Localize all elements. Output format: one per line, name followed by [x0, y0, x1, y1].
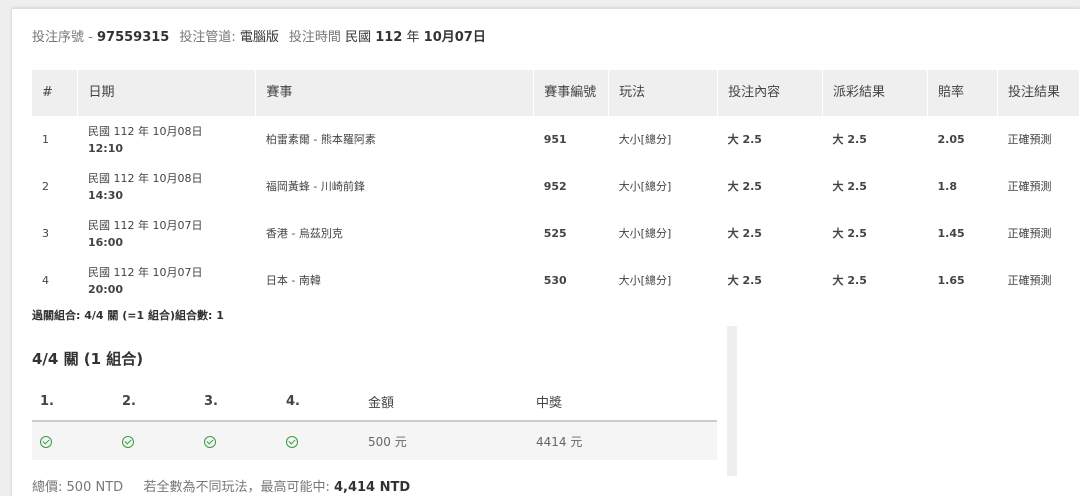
- total-label: 總價:: [32, 480, 63, 495]
- total-value: 500 NTD: [66, 480, 124, 495]
- col-bet: 投注內容: [717, 70, 824, 116]
- col-index: #: [32, 70, 79, 116]
- row-outcome: 正確預測: [1007, 227, 1052, 240]
- row-bet: 大 2.5: [727, 227, 762, 240]
- leg-cell-1: [32, 421, 114, 460]
- row-play: 大小[總分]: [618, 133, 672, 146]
- top-divider: [12, 8, 1080, 9]
- check-circle-icon: [204, 435, 216, 448]
- col-play: 玩法: [608, 70, 719, 116]
- win-value: 4414 元: [528, 421, 717, 460]
- table-row: 1 民國 112 年 10月08日 12:10 柏雷素爾 - 熊本羅阿素 951 …: [32, 116, 1080, 163]
- footer-summary: 總價: 500 NTD 若全數為不同玩法，最高可能中: 4,414 NTD: [32, 476, 410, 495]
- leg-cell-2: [114, 421, 196, 460]
- row-date-day: 民國 112 年 10月07日: [87, 218, 203, 232]
- row-odds: 2.05: [937, 133, 965, 146]
- leg-header-1: 1.: [32, 382, 114, 422]
- row-index: 1: [42, 133, 49, 146]
- row-bet: 大 2.5: [727, 133, 762, 146]
- parlay-row: 500 元 4414 元: [32, 421, 717, 460]
- row-bet: 大 2.5: [727, 180, 762, 193]
- row-odds: 1.45: [937, 227, 965, 240]
- row-match: 福岡黃蜂 - 川崎前鋒: [265, 180, 365, 193]
- channel-label: 投注管道:: [179, 30, 236, 45]
- leg-cell-3: [196, 421, 278, 460]
- time-year-unit: 年: [406, 30, 420, 45]
- serial-separator: -: [84, 30, 97, 45]
- leg-cell-4: [278, 421, 360, 460]
- win-header: 中獎: [528, 382, 717, 422]
- table-header: # 日期 賽事 賽事編號 玩法 投注內容 派彩結果 賠率 投注結果: [32, 70, 1080, 116]
- row-result: 大 2.5: [832, 274, 867, 287]
- leg-header-2: 2.: [114, 382, 196, 422]
- row-date-time: 20:00: [87, 282, 123, 296]
- row-index: 4: [42, 274, 49, 287]
- row-match: 日本 - 南韓: [265, 274, 321, 287]
- row-outcome: 正確預測: [1007, 274, 1052, 287]
- row-date-day: 民國 112 年 10月08日: [87, 124, 203, 138]
- time-prefix: 民國: [345, 30, 372, 45]
- time-year: 112: [375, 30, 403, 45]
- parlay-table: 1. 2. 3. 4. 金額 中獎 500 元 4414 元: [32, 382, 717, 460]
- row-date: 民國 112 年 10月07日 20:00: [78, 257, 256, 304]
- serial-label: 投注序號: [32, 30, 85, 45]
- row-index: 2: [42, 180, 49, 193]
- row-date-day: 民國 112 年 10月08日: [87, 171, 203, 185]
- table-row: 2 民國 112 年 10月08日 14:30 福岡黃蜂 - 川崎前鋒 952 大…: [32, 163, 1080, 210]
- combo-summary: 過關組合: 4/4 關 (=1 組合)組合數: 1: [32, 309, 224, 322]
- channel-value: 電腦版: [239, 30, 279, 45]
- bet-table: # 日期 賽事 賽事編號 玩法 投注內容 派彩結果 賠率 投注結果 1 民國 1…: [32, 70, 1080, 304]
- parlay-header: 1. 2. 3. 4. 金額 中獎: [32, 382, 717, 422]
- row-code: 525: [543, 227, 567, 240]
- time-date: 10月07日: [423, 30, 486, 45]
- leg-header-3: 3.: [196, 382, 278, 422]
- check-circle-icon: [40, 435, 52, 448]
- col-match: 賽事: [255, 70, 535, 116]
- row-play: 大小[總分]: [618, 274, 672, 287]
- row-odds: 1.65: [937, 274, 965, 287]
- row-outcome: 正確預測: [1007, 133, 1052, 146]
- row-date: 民國 112 年 10月08日 14:30: [78, 163, 256, 210]
- row-code: 530: [543, 274, 567, 287]
- max-win-note: 若全數為不同玩法，最高可能中:: [143, 480, 330, 495]
- table-row: 4 民國 112 年 10月07日 20:00 日本 - 南韓 530 大小[總分…: [32, 257, 1080, 304]
- row-result: 大 2.5: [832, 227, 867, 240]
- amount-value: 500 元: [360, 421, 528, 460]
- col-match-code: 賽事編號: [533, 70, 610, 116]
- bet-meta: 投注序號 - 97559315 投注管道: 電腦版 投注時間 民國 112 年 10…: [32, 28, 486, 48]
- row-code: 951: [543, 133, 567, 146]
- col-date: 日期: [77, 70, 257, 116]
- amount-header: 金額: [360, 382, 528, 422]
- col-result: 派彩結果: [822, 70, 928, 116]
- row-result: 大 2.5: [832, 180, 867, 193]
- col-outcome: 投注結果: [997, 70, 1080, 116]
- leg-header-4: 4.: [278, 382, 360, 422]
- check-circle-icon: [286, 435, 298, 448]
- row-date-day: 民國 112 年 10月07日: [87, 265, 203, 279]
- time-label: 投注時間: [288, 30, 341, 45]
- row-odds: 1.8: [937, 180, 957, 193]
- row-play: 大小[總分]: [618, 227, 672, 240]
- row-index: 3: [42, 227, 49, 240]
- row-date-time: 12:10: [87, 141, 123, 155]
- row-date: 民國 112 年 10月07日 16:00: [78, 210, 256, 257]
- bet-detail-card: 投注序號 - 97559315 投注管道: 電腦版 投注時間 民國 112 年 10…: [12, 8, 1080, 496]
- parlay-panel: 4/4 關 (1 組合) 1. 2. 3. 4. 金額 中獎 500 元 441…: [32, 326, 737, 476]
- row-date-time: 14:30: [87, 188, 123, 202]
- col-odds: 賠率: [927, 70, 998, 116]
- row-code: 952: [543, 180, 567, 193]
- check-circle-icon: [122, 435, 134, 448]
- row-date-time: 16:00: [87, 235, 123, 249]
- parlay-title: 4/4 關 (1 組合): [32, 350, 144, 368]
- row-date: 民國 112 年 10月08日 12:10: [78, 116, 256, 163]
- row-result: 大 2.5: [832, 133, 867, 146]
- table-row: 3 民國 112 年 10月07日 16:00 香港 - 烏茲別克 525 大小[…: [32, 210, 1080, 257]
- serial-value: 97559315: [96, 30, 170, 45]
- row-match: 柏雷素爾 - 熊本羅阿素: [265, 133, 376, 146]
- max-win-value: 4,414 NTD: [333, 480, 411, 495]
- row-bet: 大 2.5: [727, 274, 762, 287]
- row-match: 香港 - 烏茲別克: [265, 227, 343, 240]
- row-play: 大小[總分]: [618, 180, 672, 193]
- row-outcome: 正確預測: [1007, 180, 1052, 193]
